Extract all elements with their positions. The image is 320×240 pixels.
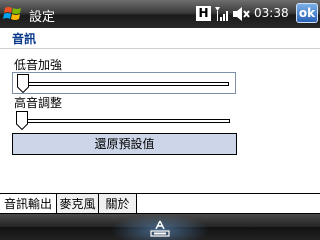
bass-slider-track (21, 82, 229, 86)
tab-strip: 音訊輸出 麥克風 關於 (0, 193, 320, 214)
window-title: 設定 (29, 10, 56, 25)
signal-strength-icon[interactable] (214, 5, 230, 23)
windows-start-icon[interactable] (2, 4, 24, 24)
bass-label: 低音加強 (14, 58, 63, 72)
section-divider (0, 48, 320, 49)
softkey-bar (0, 213, 320, 240)
keyboard-icon[interactable] (148, 218, 172, 238)
treble-slider-track (20, 119, 230, 123)
tab-microphone[interactable]: 麥克風 (57, 194, 99, 214)
tab-audio-output[interactable]: 音訊輸出 (0, 194, 57, 214)
bass-slider[interactable] (12, 72, 236, 94)
treble-slider[interactable] (12, 110, 236, 132)
reset-defaults-button[interactable]: 還原預設值 (12, 133, 237, 155)
treble-label: 高音調整 (14, 96, 63, 110)
h-badge-icon: H (196, 6, 211, 21)
ok-button[interactable]: ok (296, 3, 318, 23)
title-bar: 設定 H 03:38 ok (0, 0, 320, 28)
speaker-muted-icon[interactable] (232, 6, 250, 22)
clock[interactable]: 03:38 (254, 6, 289, 20)
treble-slider-thumb[interactable] (16, 111, 28, 130)
section-title: 音訊 (12, 32, 37, 46)
tab-about[interactable]: 關於 (99, 194, 137, 214)
bass-slider-thumb[interactable] (17, 74, 29, 93)
